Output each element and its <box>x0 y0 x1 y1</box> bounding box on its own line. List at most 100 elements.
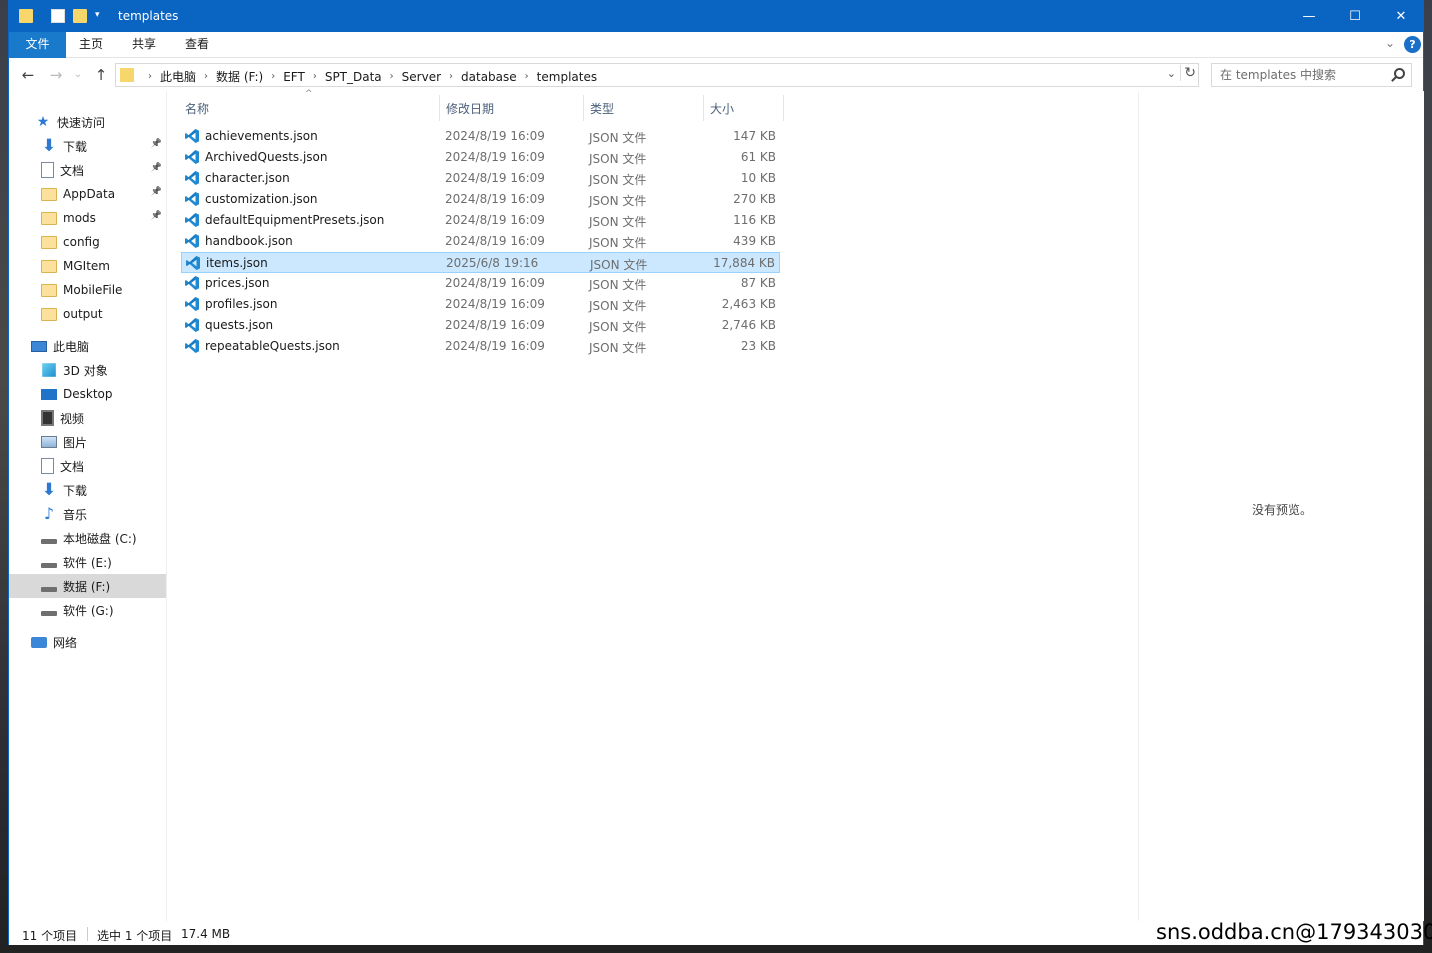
column-divider[interactable] <box>583 95 584 121</box>
breadcrumb-separator-icon[interactable]: › <box>271 71 275 82</box>
properties-icon[interactable] <box>51 9 65 23</box>
pin-icon[interactable]: 📌 <box>151 163 162 173</box>
sidebar-item[interactable]: 此电脑 <box>9 334 166 358</box>
file-row[interactable]: handbook.json 2024/8/19 16:09 JSON 文件 439 K… <box>181 231 780 252</box>
sidebar-item[interactable]: config <box>9 230 166 254</box>
refresh-icon[interactable]: ↻ <box>1180 65 1196 81</box>
file-row[interactable]: character.json 2024/8/19 16:09 JSON 文件 10 K… <box>181 168 780 189</box>
file-row[interactable]: ArchivedQuests.json 2024/8/19 16:09 JSON 文… <box>181 147 780 168</box>
sidebar-item[interactable]: 网络 <box>9 630 166 654</box>
file-row[interactable]: prices.json 2024/8/19 16:09 JSON 文件 87 KB <box>181 273 780 294</box>
column-header-type[interactable]: 类型 <box>590 100 614 124</box>
back-arrow-icon[interactable]: ← <box>17 66 39 84</box>
column-divider[interactable] <box>439 95 440 121</box>
sidebar-item[interactable]: MobileFile <box>9 278 166 302</box>
sidebar-item[interactable]: 3D 对象 <box>9 358 166 382</box>
breadcrumb-item[interactable]: templates <box>537 70 597 84</box>
pin-icon[interactable]: 📌 <box>151 139 162 149</box>
file-row[interactable]: customization.json 2024/8/19 16:09 JSON 文件… <box>181 189 780 210</box>
file-name: handbook.json <box>205 234 293 248</box>
forward-arrow-icon[interactable]: → <box>45 66 67 84</box>
sidebar-item[interactable]: 图片 <box>9 430 166 454</box>
breadcrumb-item[interactable]: database <box>461 70 517 84</box>
sidebar-item[interactable]: 软件 (G:) <box>9 598 166 622</box>
tab-view[interactable]: 查看 <box>171 32 223 58</box>
sidebar-item[interactable]: mods 📌 <box>9 206 166 230</box>
vscode-file-icon <box>184 296 200 312</box>
new-folder-icon[interactable] <box>73 9 87 23</box>
breadcrumb-separator-icon[interactable]: › <box>148 71 152 82</box>
sidebar-item[interactable]: 本地磁盘 (C:) <box>9 526 166 550</box>
file-date: 2024/8/19 16:09 <box>445 213 545 227</box>
sidebar-item[interactable]: 视频 <box>9 406 166 430</box>
file-row[interactable]: defaultEquipmentPresets.json 2024/8/19 16… <box>181 210 780 231</box>
sidebar-item[interactable]: ★ 快速访问 <box>9 110 166 134</box>
pin-icon[interactable]: 📌 <box>151 187 162 197</box>
breadcrumb-item[interactable]: EFT <box>283 70 305 84</box>
vscode-file-icon <box>184 317 200 333</box>
sidebar-item-label: 此电脑 <box>53 339 90 354</box>
file-row[interactable]: quests.json 2024/8/19 16:09 JSON 文件 2,746 K… <box>181 315 780 336</box>
vscode-file-icon <box>184 191 200 207</box>
close-button[interactable]: ✕ <box>1378 1 1424 32</box>
address-dropdown-icon[interactable]: ⌄ <box>1167 67 1176 80</box>
breadcrumb-separator-icon[interactable]: › <box>313 71 317 82</box>
drive-icon <box>41 586 57 592</box>
help-icon[interactable]: ? <box>1404 36 1421 53</box>
sidebar-item[interactable]: output <box>9 302 166 326</box>
quick-access-dropdown-icon[interactable]: ▾ <box>95 10 100 20</box>
breadcrumb-separator-icon[interactable]: › <box>525 71 529 82</box>
maximize-button[interactable]: ☐ <box>1332 1 1378 32</box>
file-row[interactable]: profiles.json 2024/8/19 16:09 JSON 文件 2,463… <box>181 294 780 315</box>
folder-icon <box>41 259 57 273</box>
sidebar-item-label: 数据 (F:) <box>63 579 111 594</box>
column-header-name[interactable]: 名称 <box>185 100 209 124</box>
sidebar-item[interactable]: AppData 📌 <box>9 182 166 206</box>
sidebar-item[interactable]: 文档 📌 <box>9 158 166 182</box>
sidebar-item-label: mods <box>63 211 96 225</box>
file-row[interactable]: items.json 2025/6/8 19:16 JSON 文件 17,884 KB <box>181 252 780 273</box>
minimize-button[interactable]: — <box>1286 1 1332 32</box>
address-bar[interactable]: › 此电脑 › 数据 (F:) › EFT › SPT_Data › Serve… <box>115 63 1199 87</box>
tab-file[interactable]: 文件 <box>9 32 66 58</box>
ribbon-expand-chevron-icon[interactable]: ⌄ <box>1385 36 1395 50</box>
breadcrumb-separator-icon[interactable]: › <box>390 71 394 82</box>
preview-pane: 没有预览。 <box>1138 91 1424 921</box>
sidebar-item[interactable]: Desktop <box>9 382 166 406</box>
breadcrumb-item[interactable]: Server <box>402 70 441 84</box>
pin-icon[interactable]: 📌 <box>151 211 162 221</box>
column-header-size[interactable]: 大小 <box>710 100 734 124</box>
sidebar-item[interactable]: ⬇ 下载 📌 <box>9 134 166 158</box>
vscode-file-icon <box>184 149 200 165</box>
file-type: JSON 文件 <box>589 173 647 187</box>
sidebar-item[interactable]: 软件 (E:) <box>9 550 166 574</box>
breadcrumb-item[interactable]: SPT_Data <box>325 70 382 84</box>
sidebar-item[interactable]: ⬇ 下载 <box>9 478 166 502</box>
file-size: 17,884 KB <box>713 256 775 270</box>
sidebar-item[interactable]: MGItem <box>9 254 166 278</box>
up-arrow-icon[interactable]: ↑ <box>90 66 112 84</box>
tab-home[interactable]: 主页 <box>65 32 117 58</box>
search-icon[interactable] <box>1394 68 1405 79</box>
file-size: 2,746 KB <box>721 318 776 332</box>
column-divider[interactable] <box>703 95 704 121</box>
breadcrumb-item[interactable]: 此电脑 <box>160 68 196 85</box>
vscode-file-icon <box>184 128 200 144</box>
folder-icon <box>41 235 57 249</box>
column-header-date[interactable]: 修改日期 <box>446 100 494 124</box>
search-input[interactable] <box>1212 64 1387 86</box>
sidebar-item[interactable]: 数据 (F:) <box>9 574 166 598</box>
file-row[interactable]: achievements.json 2024/8/19 16:09 JSON 文件 1… <box>181 126 780 147</box>
recent-locations-chevron-icon[interactable]: ⌄ <box>67 69 89 80</box>
breadcrumb-separator-icon[interactable]: › <box>204 71 208 82</box>
file-row[interactable]: repeatableQuests.json 2024/8/19 16:09 JSON… <box>181 336 780 357</box>
tab-share[interactable]: 共享 <box>118 32 170 58</box>
breadcrumb-item[interactable]: 数据 (F:) <box>216 68 263 85</box>
folder-icon <box>41 283 57 297</box>
file-date: 2024/8/19 16:09 <box>445 276 545 290</box>
sidebar-item-label: output <box>63 307 103 321</box>
sidebar-item[interactable]: 文档 <box>9 454 166 478</box>
column-divider[interactable] <box>783 95 784 121</box>
breadcrumb-separator-icon[interactable]: › <box>449 71 453 82</box>
sidebar-item[interactable]: ♪ 音乐 <box>9 502 166 526</box>
